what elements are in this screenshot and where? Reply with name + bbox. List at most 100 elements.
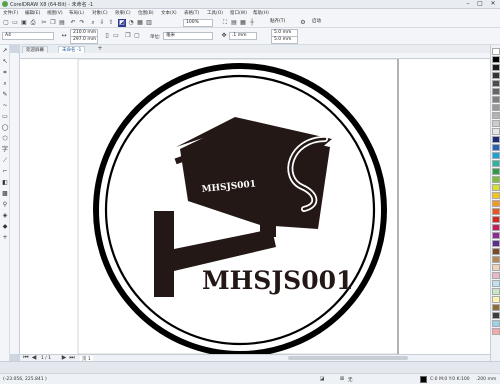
export-icon[interactable]: ⇧ [107,19,115,27]
page-size-select[interactable]: A4 [2,32,54,40]
application-launcher-icon[interactable]: ▦ [136,19,144,27]
menu-layout[interactable]: 布局(L) [69,10,84,16]
launch-dropdown[interactable]: 启动 [310,19,332,27]
import-icon[interactable]: ⇩ [98,19,106,27]
palette-swatch[interactable] [492,208,500,215]
drawing-canvas[interactable]: MHSJS001 MHSJS001 [20,59,490,354]
palette-swatch[interactable] [492,144,500,151]
menu-table[interactable]: 表格(T) [184,10,199,16]
open-icon[interactable]: ▭ [11,19,19,27]
palette-swatch[interactable] [492,128,500,135]
shape-tool-icon[interactable]: ↖ [1,58,9,66]
palette-swatch[interactable] [492,288,500,295]
rectangle-tool-icon[interactable]: ▭ [1,113,9,121]
full-screen-icon[interactable]: ⛶ [221,19,229,27]
drop-shadow-icon[interactable]: ◧ [1,179,9,187]
palette-swatch[interactable] [492,72,500,79]
palette-swatch[interactable] [492,56,500,63]
smart-fill-icon[interactable]: ◆ [1,223,9,231]
interactive-fill-icon[interactable]: ◈ [1,212,9,220]
palette-swatch[interactable] [492,160,500,167]
palette-swatch[interactable] [492,176,500,183]
show-guidelines-icon[interactable]: ┼ [248,19,256,27]
menu-object[interactable]: 对象(C) [92,10,108,16]
show-grid-icon[interactable]: ▦ [239,19,247,27]
palette-swatch[interactable] [492,112,500,119]
palette-swatch[interactable] [492,248,500,255]
page-height-field[interactable]: 297.0 mm [70,36,98,44]
horizontal-scrollbar[interactable] [288,356,408,360]
new-document-icon[interactable]: ▢ [2,19,10,27]
parallel-dimension-icon[interactable]: ⟋ [1,157,9,165]
palette-swatch[interactable] [492,120,500,127]
zoom-level-field[interactable]: 100% [183,18,213,27]
welcome-screen-icon[interactable]: ▥ [145,19,153,27]
freehand-tool-icon[interactable]: ✎ [1,91,9,99]
palette-swatch[interactable] [492,280,500,287]
pdf-icon[interactable]: ◩ [118,18,126,27]
palette-swatch[interactable] [492,240,500,247]
ellipse-tool-icon[interactable]: ◯ [1,124,9,132]
duplicate-y-field[interactable]: 5.0 mm [271,36,298,44]
cut-icon[interactable]: ✂ [40,19,48,27]
add-tab-icon[interactable]: + [96,45,104,53]
crop-tool-icon[interactable]: ⌗ [1,69,9,77]
menu-bitmaps[interactable]: 位图(B) [138,10,154,16]
redo-icon[interactable]: ↷ [78,19,86,27]
menu-file[interactable]: 文件(F) [3,10,18,16]
undo-icon[interactable]: ↶ [69,19,77,27]
snap-to-dropdown[interactable]: 贴齐(T) [268,19,294,27]
print-icon[interactable]: ⎙ [29,19,37,27]
artistic-media-icon[interactable]: ~ [1,102,9,110]
close-button[interactable]: ✕ [487,0,499,8]
all-pages-icon[interactable]: ❐ [124,32,132,40]
palette-swatch[interactable] [492,184,500,191]
palette-swatch[interactable] [492,96,500,103]
current-page-icon[interactable]: ▢ [133,32,141,40]
palette-swatch[interactable] [492,80,500,87]
copy-icon[interactable]: ❐ [49,19,57,27]
menu-view[interactable]: 视图(V) [47,10,63,16]
vertical-ruler[interactable] [10,53,20,354]
corel-connect-icon[interactable]: ◔ [127,19,135,27]
palette-swatch[interactable] [492,296,500,303]
show-rulers-icon[interactable]: ▤ [230,19,238,27]
palette-swatch[interactable] [492,200,500,207]
palette-swatch[interactable] [492,64,500,71]
palette-swatch[interactable] [492,328,500,335]
menu-tools[interactable]: 工具(O) [207,10,223,16]
zoom-tool-icon[interactable]: ⌕ [1,80,9,88]
search-content-icon[interactable]: ⌕ [89,19,97,27]
palette-swatch[interactable] [492,48,500,55]
portrait-icon[interactable]: ▯ [103,32,111,40]
polygon-tool-icon[interactable]: ⬡ [1,135,9,143]
menu-text[interactable]: 文本(X) [161,10,177,16]
palette-swatch[interactable] [492,312,500,319]
palette-swatch[interactable] [492,232,500,239]
palette-swatch[interactable] [492,216,500,223]
main-label-text[interactable]: MHSJS001 [202,266,353,295]
options-gear-icon[interactable]: ⚙ [299,19,307,27]
menu-effects[interactable]: 效果(C) [115,10,131,16]
outline-color-swatch[interactable] [420,376,427,383]
palette-swatch[interactable] [492,136,500,143]
palette-swatch[interactable] [492,192,500,199]
maximize-button[interactable]: □ [474,0,486,8]
palette-swatch[interactable] [492,320,500,327]
palette-swatch[interactable] [492,264,500,271]
minimize-button[interactable]: – [462,0,474,8]
palette-swatch[interactable] [492,272,500,279]
palette-swatch[interactable] [492,88,500,95]
menu-edit[interactable]: 编辑(E) [25,10,40,16]
palette-swatch[interactable] [492,224,500,231]
palette-swatch[interactable] [492,104,500,111]
add-tool-icon[interactable]: + [1,234,9,242]
eyedropper-icon[interactable]: ⚲ [1,201,9,209]
tab-untitled-1[interactable]: 未命名 -1 [58,46,86,53]
connector-tool-icon[interactable]: ⌐ [1,168,9,176]
pick-tool-icon[interactable]: ➚ [1,47,9,55]
menu-window[interactable]: 窗口(W) [230,10,247,16]
transparency-icon[interactable]: ▩ [1,190,9,198]
text-tool-icon[interactable]: 字 [1,146,9,154]
menu-help[interactable]: 帮助(H) [253,10,269,16]
